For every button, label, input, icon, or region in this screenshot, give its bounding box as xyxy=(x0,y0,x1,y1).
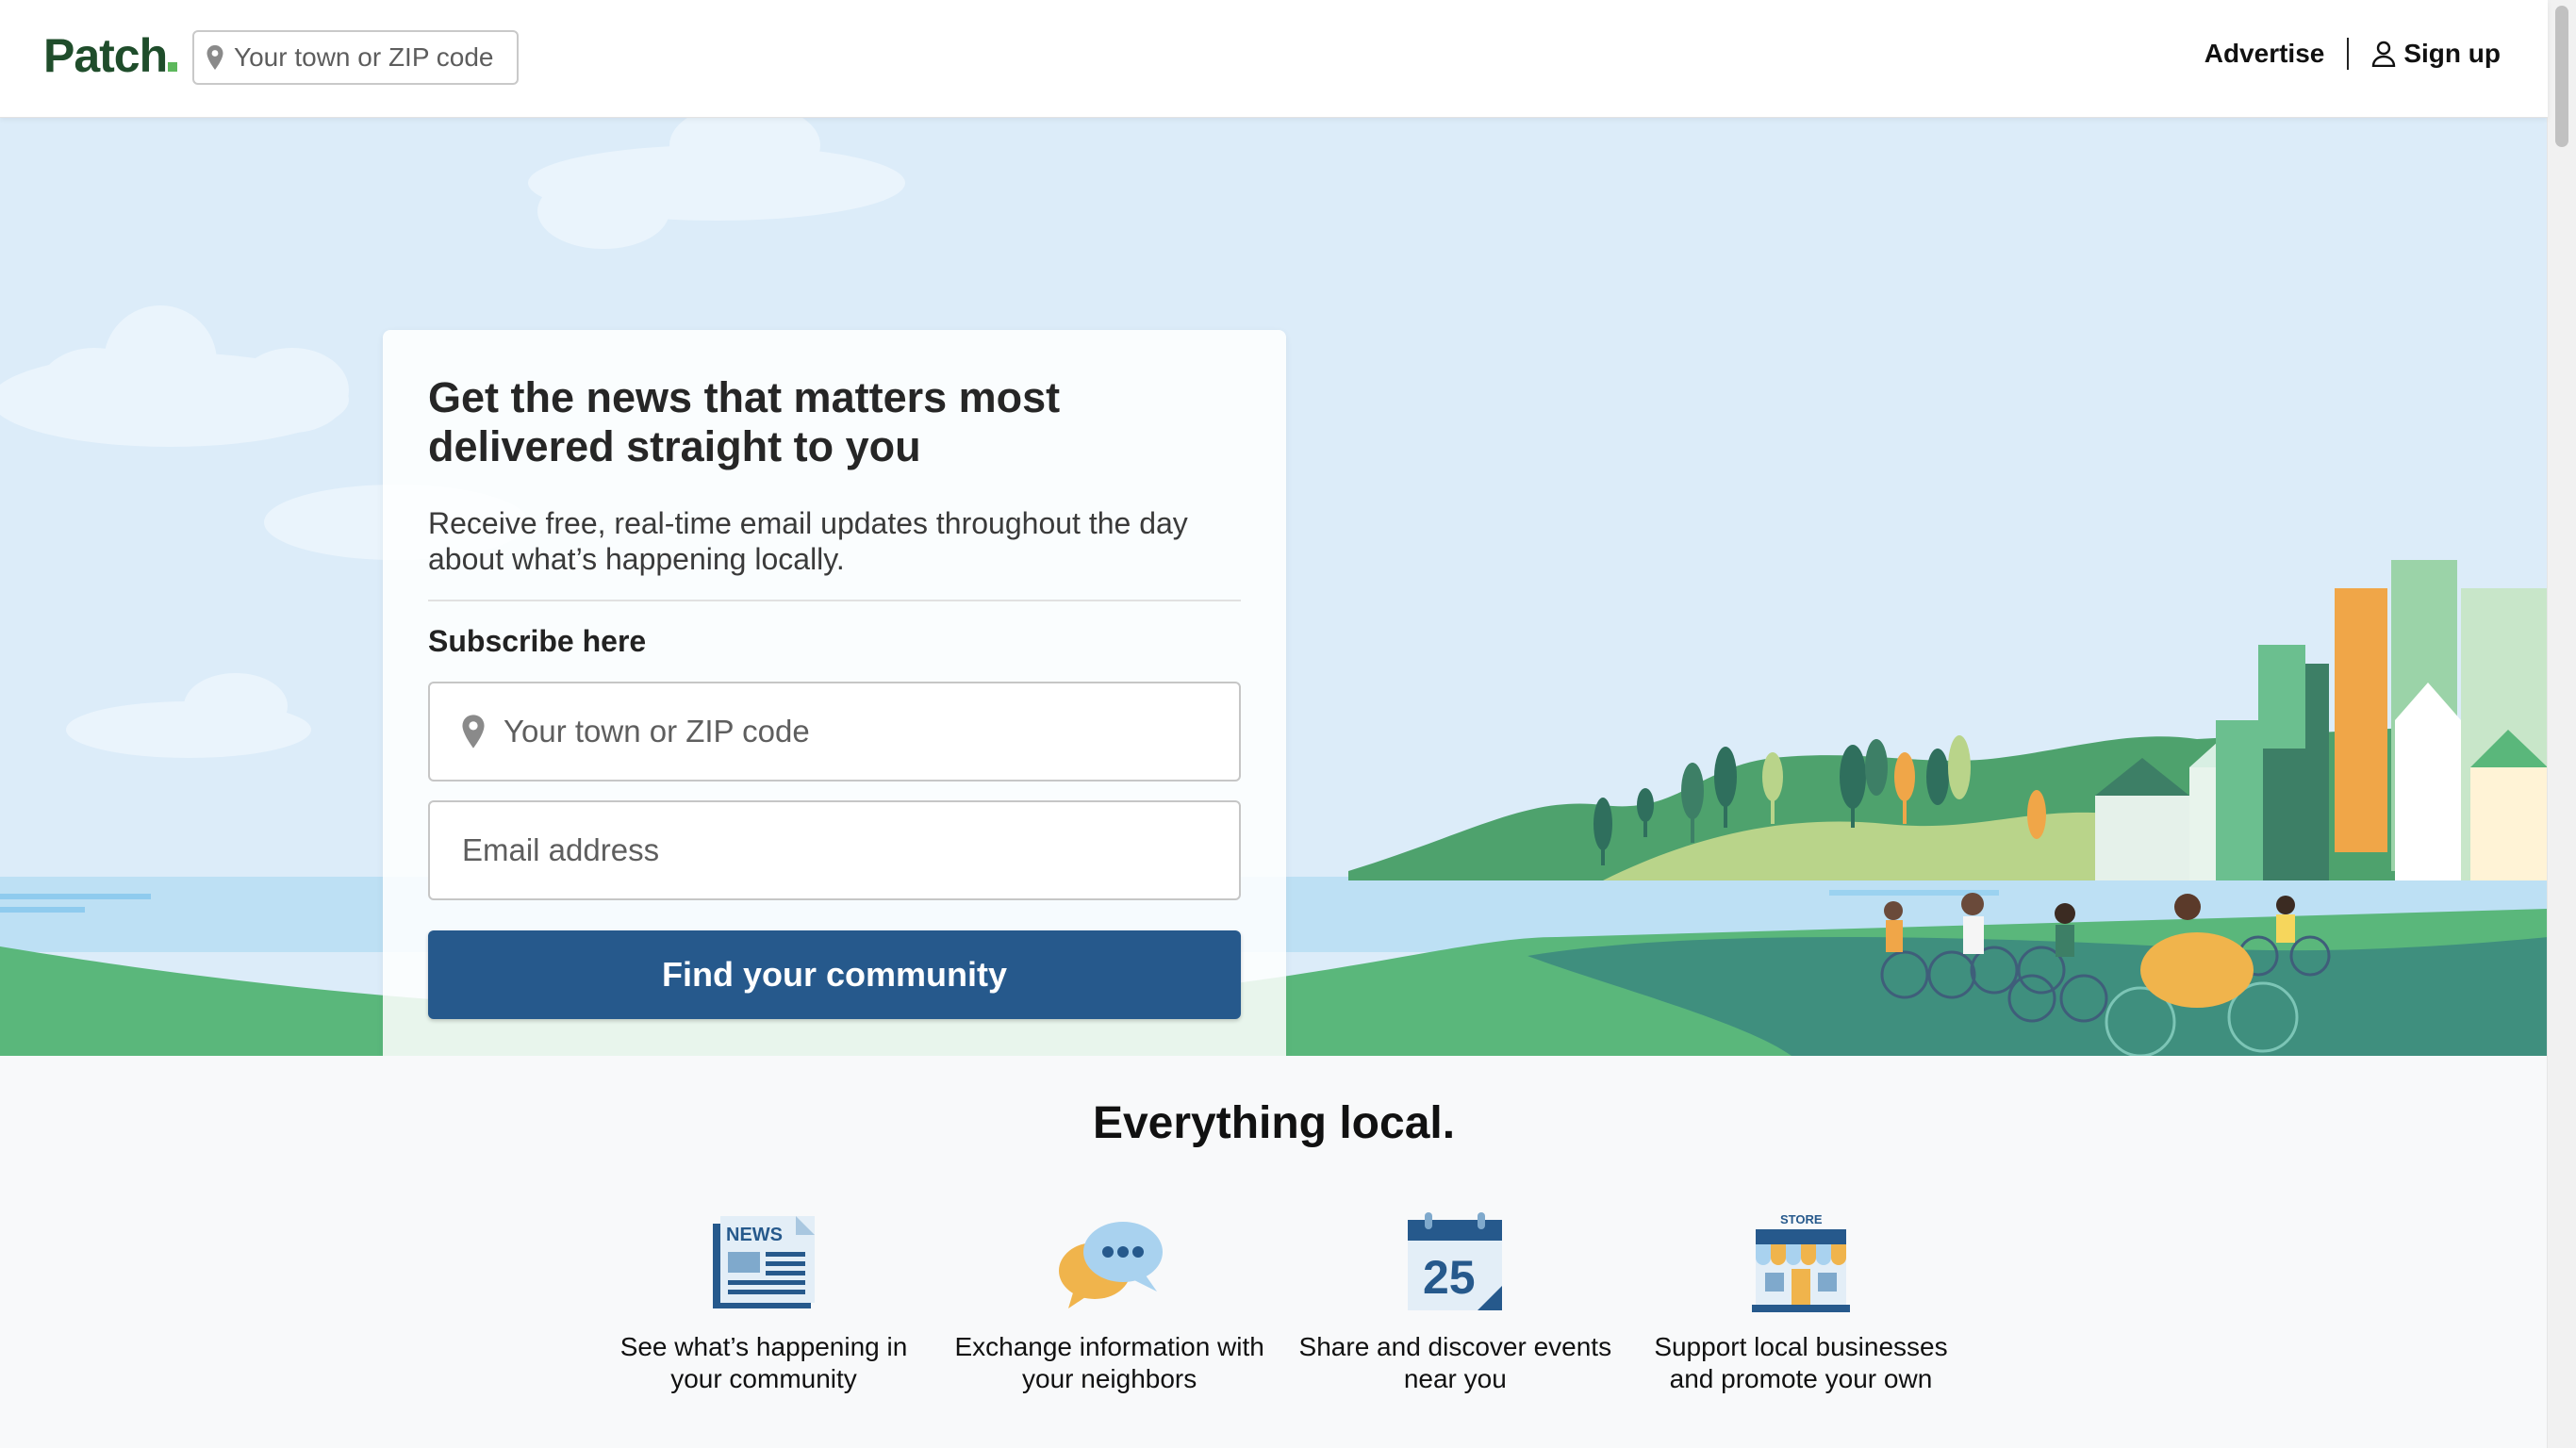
calendar-icon: 25 xyxy=(1408,1212,1503,1310)
location-pin-icon xyxy=(206,45,223,70)
email-input[interactable] xyxy=(460,831,1124,869)
hero-title: Get the news that matters most delivered… xyxy=(428,373,1061,470)
town-field[interactable] xyxy=(428,682,1241,782)
feature-news-text: See what’s happening in your community xyxy=(619,1332,908,1393)
newspaper-icon: NEWS xyxy=(713,1216,815,1308)
store-badge: STORE xyxy=(1780,1212,1823,1226)
site-header: Patch Advertise Sign up xyxy=(0,0,2548,118)
card-divider xyxy=(428,600,1241,601)
calendar-badge: 25 xyxy=(1423,1251,1476,1304)
logo-dot xyxy=(168,62,178,72)
feature-news: NEWS See what’s happening in your commun… xyxy=(603,1210,924,1395)
email-field[interactable] xyxy=(428,800,1241,900)
features-title: Everything local. xyxy=(1092,1098,1456,1148)
feature-exchange: Exchange information with your neighbors xyxy=(949,1210,1270,1395)
hero-lead: Receive free, real-time email updates th… xyxy=(428,506,1188,576)
newspaper-badge: NEWS xyxy=(726,1225,783,1245)
signup-link[interactable]: Sign up xyxy=(2403,39,2501,69)
feature-events: 25 Share and discover events near you xyxy=(1295,1210,1615,1395)
feature-business: STORE Support local businesses and promo… xyxy=(1641,1210,1961,1395)
find-community-button[interactable]: Find your community xyxy=(428,930,1241,1019)
town-input[interactable] xyxy=(502,713,1165,750)
feature-exchange-text: Exchange information with your neighbors xyxy=(954,1332,1264,1393)
chat-bubbles-icon xyxy=(1058,1222,1163,1308)
subscribe-card: Get the news that matters most delivered… xyxy=(383,330,1286,1056)
hero-banner: Get the news that matters most delivered… xyxy=(0,117,2548,1056)
storefront-icon: STORE xyxy=(1751,1212,1850,1312)
subscribe-label: Subscribe here xyxy=(428,624,647,658)
page-scrollbar[interactable] xyxy=(2547,0,2576,1448)
location-pin-icon xyxy=(462,715,485,749)
header-search-input[interactable] xyxy=(232,41,500,74)
scrollbar-thumb[interactable] xyxy=(2555,6,2568,147)
feature-business-text: Support local businesses and promote you… xyxy=(1654,1332,1948,1393)
advertise-link[interactable]: Advertise xyxy=(2204,39,2325,69)
feature-events-text: Share and discover events near you xyxy=(1298,1332,1612,1393)
patch-logo[interactable]: Patch xyxy=(43,28,178,83)
header-location-search[interactable] xyxy=(192,30,519,85)
nav-divider xyxy=(2347,38,2350,70)
features-list: NEWS See what’s happening in your commun… xyxy=(603,1210,1961,1395)
header-nav: Advertise Sign up xyxy=(2204,38,2501,70)
logo-text: Patch xyxy=(43,29,168,82)
user-icon xyxy=(2372,41,2396,67)
